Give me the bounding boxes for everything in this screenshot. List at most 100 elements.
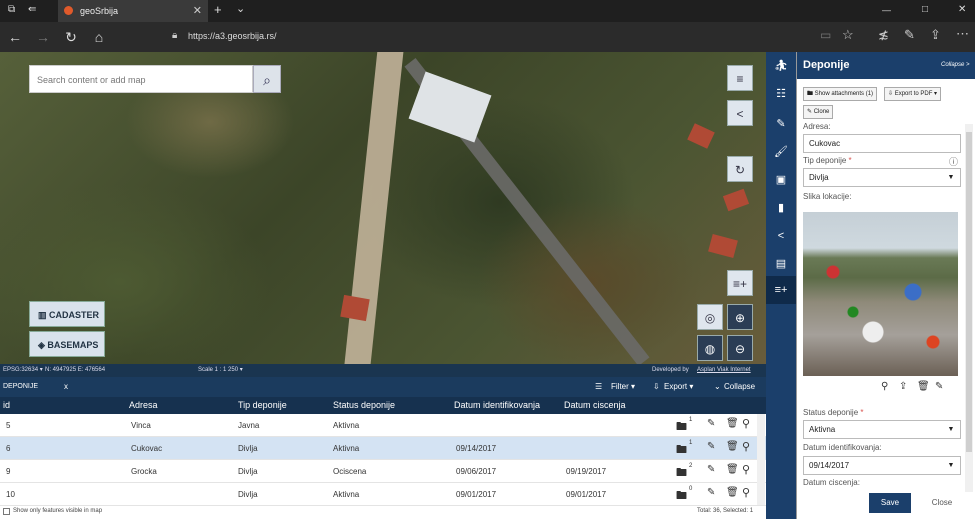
user-icon[interactable]: ⛹︎ — [766, 52, 796, 80]
tab-actions-icon[interactable]: ⧉ — [8, 4, 15, 15]
tab-close-icon[interactable]: x — [64, 382, 68, 391]
zoom-to-icon[interactable]: ⚲ — [742, 417, 750, 430]
brush-icon[interactable]: 🖌︎ — [766, 138, 796, 166]
zoom-to-icon[interactable]: ⚲ — [742, 486, 750, 499]
measure-icon[interactable]: ▮ — [766, 194, 796, 222]
zoom-out-button[interactable]: ⊖ — [727, 335, 753, 361]
browser-tab[interactable]: geoSrbija ✕ — [58, 0, 208, 22]
delete-icon[interactable]: 🗑︎ — [726, 464, 739, 475]
zoom-icon[interactable]: ⚲ — [881, 381, 888, 392]
forward-arrow-icon[interactable]: → — [32, 22, 54, 52]
show-attachments-button[interactable]: 🖿︎ Show attachments (1) — [803, 87, 878, 101]
close-button[interactable]: Close — [921, 493, 963, 513]
favorites-hub-icon[interactable]: ≴ — [878, 27, 889, 43]
browser-titlebar: ⧉ ⇚ geoSrbija ✕ + ⌄ — □ ✕ — [0, 0, 975, 22]
draw-pen-icon[interactable]: ✎ — [766, 110, 796, 138]
column-header[interactable]: Status deponije — [333, 400, 395, 410]
refresh-icon[interactable]: ↻ — [60, 22, 82, 52]
table-row[interactable]: 10 Divlja Aktivna 09/01/2017 09/01/2017 … — [0, 483, 766, 506]
share-icon[interactable]: < — [766, 222, 796, 250]
collapse-grid-button[interactable]: Collapse — [724, 382, 755, 391]
export-pdf-button[interactable]: ⇩ Export to PDF ▾ — [884, 87, 942, 101]
table-row[interactable]: 5 Vinca Javna Aktivna 🖿︎ 1 ✎ 🗑︎ ⚲ — [0, 414, 766, 437]
delete-icon[interactable]: 🗑︎ — [726, 487, 739, 498]
export-button[interactable]: Export ▾ — [664, 382, 693, 391]
attachment-icon[interactable]: 🖿︎ — [676, 464, 687, 483]
home-icon[interactable]: ⌂ — [88, 22, 110, 52]
credit-link[interactable]: Asplan Viak Internet — [697, 364, 751, 377]
table-row-selected[interactable]: 6 Cukovac Divlja Aktivna 09/14/2017 🖿︎ 1… — [0, 437, 766, 460]
zoom-to-icon[interactable]: ⚲ — [742, 463, 750, 476]
column-header[interactable]: Adresa — [129, 400, 158, 410]
locate-me-icon[interactable]: ◎ — [697, 304, 723, 330]
panel-scroll-thumb[interactable] — [966, 132, 972, 452]
column-header[interactable]: Datum identifikovanja — [454, 400, 540, 410]
upload-icon[interactable]: ⇪ — [899, 381, 907, 392]
edit-icon[interactable]: ✎ — [935, 381, 943, 392]
search-icon[interactable]: ⌕ — [253, 65, 281, 93]
collapse-panel-button[interactable]: Collapse > — [941, 62, 970, 68]
new-tab-button[interactable]: + — [214, 2, 222, 17]
clipboard-icon[interactable]: ▤ — [766, 250, 796, 278]
briefcase-icon[interactable]: ▣ — [766, 166, 796, 194]
datum-id-field[interactable]: 09/14/2017 ▼ — [803, 456, 961, 475]
edit-icon[interactable]: ✎ — [707, 441, 715, 452]
add-layer-icon[interactable]: ≡+ — [727, 270, 753, 296]
window-close-button[interactable]: ✕ — [958, 4, 966, 15]
attachment-icon[interactable]: 🖿︎ — [676, 487, 687, 506]
delete-icon[interactable]: 🗑︎ — [917, 381, 930, 392]
adresa-field[interactable]: Cukovac — [803, 134, 961, 153]
edit-icon[interactable]: ✎ — [707, 418, 715, 429]
share-map-icon[interactable]: < — [727, 100, 753, 126]
cell-datum-id: 09/06/2017 — [456, 467, 497, 476]
rotate-map-icon[interactable]: ↻ — [727, 156, 753, 182]
globe-icon[interactable]: ◍ — [697, 335, 723, 361]
zoom-to-icon[interactable]: ⚲ — [742, 440, 750, 453]
column-header[interactable]: Datum ciscenja — [564, 400, 626, 410]
edit-icon[interactable]: ✎ — [707, 464, 715, 475]
tip-deponije-select[interactable]: Divlja ▼ — [803, 168, 961, 187]
share-icon[interactable]: ⇪ — [930, 27, 941, 43]
cadaster-button[interactable]: ▥ CADASTER — [29, 301, 105, 327]
edit-icon[interactable]: ✎ — [707, 487, 715, 498]
notes-pen-icon[interactable]: ✎ — [904, 27, 915, 43]
delete-icon[interactable]: 🗑︎ — [726, 418, 739, 429]
cell-adresa: Grocka — [131, 467, 157, 476]
more-icon[interactable]: ⋯ — [956, 26, 969, 42]
favorite-star-icon[interactable]: ☆ — [842, 27, 854, 43]
grid-scrollbar[interactable] — [757, 414, 765, 505]
tab-deponije[interactable]: DEPONIJE — [3, 383, 38, 390]
maximize-button[interactable]: □ — [922, 4, 928, 15]
menu-icon[interactable]: ≡ — [727, 65, 753, 91]
pencil-icon: ✎ — [807, 109, 814, 115]
tab-list-icon[interactable]: ⌄ — [236, 2, 245, 15]
help-icon[interactable]: ⓘ — [949, 155, 958, 168]
column-header[interactable]: Tip deponije — [238, 400, 287, 410]
visible-only-checkbox[interactable] — [3, 508, 10, 515]
attachment-icon[interactable]: 🖿︎ — [676, 441, 687, 460]
map-view[interactable]: Search content or add map ⌕ ≡ < ↻ ≡+ ◎ ⊕… — [0, 52, 766, 377]
filter-button[interactable]: Filter ▾ — [611, 382, 635, 391]
back-arrow-icon[interactable]: ← — [4, 22, 26, 52]
column-header[interactable]: id — [3, 400, 10, 410]
clone-button[interactable]: ✎ Clone — [803, 105, 834, 119]
scale-select[interactable]: Scale 1 : 1 250 ▾ — [198, 364, 243, 377]
projection-select[interactable]: EPSG:32634 ▾ — [3, 364, 43, 377]
tab-close-icon[interactable]: ✕ — [193, 0, 202, 22]
map-search-input[interactable]: Search content or add map — [29, 65, 253, 93]
delete-icon[interactable]: 🗑︎ — [726, 441, 739, 452]
attachment-icon[interactable]: 🖿︎ — [676, 418, 687, 437]
basemaps-button[interactable]: ◈ BASEMAPS — [29, 331, 105, 357]
list-icon[interactable]: ☷ — [766, 80, 796, 108]
reading-view-icon[interactable]: ▭ — [820, 28, 831, 42]
url-field[interactable]: https://a3.geosrbija.rs/ — [188, 31, 277, 41]
add-layer-icon[interactable]: ≡+ — [766, 276, 796, 304]
tab-back-icon[interactable]: ⇚ — [28, 4, 36, 15]
save-button[interactable]: Save — [869, 493, 911, 513]
minimize-button[interactable]: — — [882, 5, 891, 15]
table-row[interactable]: 9 Grocka Divlja Ociscena 09/06/2017 09/1… — [0, 460, 766, 483]
zoom-in-button[interactable]: ⊕ — [727, 304, 753, 330]
cadaster-label: CADASTER — [49, 310, 100, 320]
status-value: Aktivna — [809, 425, 836, 434]
status-select[interactable]: Aktivna ▼ — [803, 420, 961, 439]
